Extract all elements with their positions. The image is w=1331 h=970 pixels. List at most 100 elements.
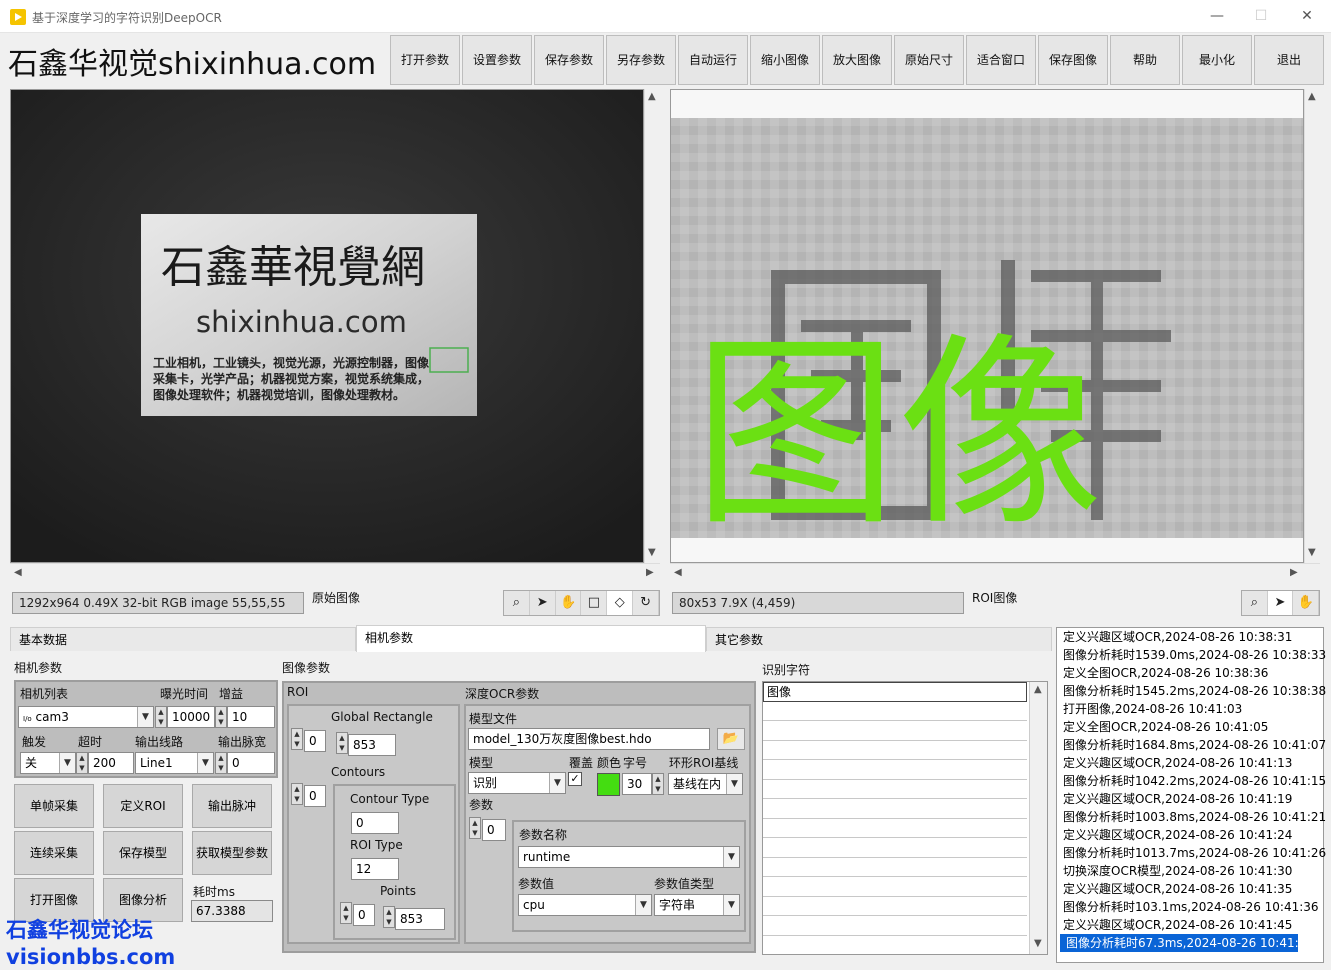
save-model-button[interactable]: 保存模型 [103,831,183,875]
scroll-up-arrow-icon[interactable]: ▲ [1034,684,1042,695]
recognition-row[interactable] [763,858,1027,877]
log-entry[interactable]: 定义兴趣区域OCR,2024-08-26 10:41:45 [1057,916,1323,934]
zoom-icon[interactable]: ⌕ [504,591,530,615]
log-entry[interactable]: 图像分析耗时1013.7ms,2024-08-26 10:41:26 [1057,844,1326,862]
save-params-button[interactable]: 保存参数 [534,35,604,85]
model-file-field[interactable]: model_130万灰度图像best.hdo [468,728,710,750]
open-params-button[interactable]: 打开参数 [390,35,460,85]
global-rect-value-stepper[interactable]: ▲ ▼ [336,732,348,754]
chevron-down-icon[interactable]: ▼ [635,895,651,915]
log-entry[interactable]: 图像分析耗时67.3ms,2024-08-26 10:41:46 [1060,934,1314,952]
left-view-horizontal-scrollbar[interactable]: ◀ ▶ [10,563,660,581]
single-capture-button[interactable]: 单帧采集 [14,784,94,828]
save-image-button[interactable]: 保存图像 [1038,35,1108,85]
output-line-select[interactable]: Line1 ▼ [135,752,214,774]
zoom-out-button[interactable]: 缩小图像 [750,35,820,85]
pointer-icon[interactable]: ➤ [530,591,556,615]
scroll-down-arrow-icon[interactable]: ▼ [1308,547,1316,558]
log-entry[interactable]: 定义兴趣区域OCR,2024-08-26 10:38:31 [1057,628,1323,646]
log-entry[interactable]: 定义兴趣区域OCR,2024-08-26 10:41:24 [1057,826,1323,844]
define-roi-button[interactable]: 定义ROI [103,784,183,828]
log-entry[interactable]: 定义兴趣区域OCR,2024-08-26 10:41:19 [1057,790,1323,808]
log-list[interactable]: 定义兴趣区域OCR,2024-08-26 10:38:31 图像分析耗时1539.… [1056,627,1326,963]
recognition-row[interactable]: 图像 [763,682,1027,702]
chevron-down-icon[interactable]: ▼ [723,847,739,867]
points-value[interactable]: 853 [395,908,445,930]
log-entry[interactable]: 切换深度OCR模型,2024-08-26 10:41:30 [1057,862,1323,880]
log-entry[interactable]: 定义全图OCR,2024-08-26 10:41:05 [1057,718,1323,736]
help-button[interactable]: 帮助 [1110,35,1180,85]
exposure-field[interactable]: 10000 [167,706,215,728]
pulse-width-stepper[interactable]: ▲ ▼ [215,752,227,774]
recognition-row[interactable] [763,741,1027,760]
left-view-vertical-scrollbar[interactable]: ▲ ▼ [644,89,660,563]
overlay-checkbox[interactable]: ✓ [568,772,582,786]
global-rect-index-stepper[interactable]: ▲ ▼ [291,728,303,750]
recognition-row[interactable] [763,897,1027,916]
zoom-icon[interactable]: ⌕ [1242,591,1268,615]
exposure-stepper[interactable]: ▲ ▼ [155,706,167,728]
rotated-rect-icon[interactable]: ◇ [607,591,634,615]
right-view-horizontal-scrollbar[interactable]: ◀ ▶ [670,563,1320,581]
scroll-right-arrow-icon[interactable]: ▶ [1290,567,1298,578]
chevron-down-icon[interactable]: ▼ [137,707,153,727]
continuous-capture-button[interactable]: 连续采集 [14,831,94,875]
recognition-row[interactable] [763,819,1027,838]
get-model-params-button[interactable]: 获取模型参数 [192,831,272,875]
recognition-row[interactable] [763,760,1027,780]
trigger-select[interactable]: 关 ▼ [20,752,76,774]
global-rect-value[interactable]: 853 [348,734,396,756]
contours-index[interactable]: 0 [304,785,326,807]
camera-list-select[interactable]: I/o cam3 ▼ [18,706,154,728]
close-window-button[interactable]: ✕ [1284,0,1330,33]
folder-open-icon[interactable]: 📂 [717,728,745,750]
recognition-row[interactable] [763,916,1027,936]
roi-image-view[interactable]: 图像 [670,89,1304,563]
scroll-right-arrow-icon[interactable]: ▶ [646,567,654,578]
scroll-down-arrow-icon[interactable]: ▼ [1034,938,1042,949]
output-pulse-button[interactable]: 输出脉冲 [192,784,272,828]
scroll-left-arrow-icon[interactable]: ◀ [14,567,22,578]
exit-button[interactable]: 退出 [1254,35,1324,85]
log-entry[interactable]: 图像分析耗时1545.2ms,2024-08-26 10:38:38 [1057,682,1326,700]
chevron-down-icon[interactable]: ▼ [59,753,75,773]
hand-icon[interactable]: ✋ [556,591,582,615]
recognition-row[interactable] [763,799,1027,819]
params-index[interactable]: 0 [482,819,506,841]
font-size-field[interactable]: 30 [622,773,652,795]
log-entry[interactable]: 打开图像,2024-08-26 10:41:03 [1057,700,1323,718]
recognition-row[interactable] [763,702,1027,721]
pointer-icon[interactable]: ➤ [1267,591,1294,615]
params-index-stepper[interactable]: ▲ ▼ [469,817,481,839]
minimize-app-button[interactable]: 最小化 [1182,35,1252,85]
zoom-in-button[interactable]: 放大图像 [822,35,892,85]
chevron-down-icon[interactable]: ▼ [549,773,565,793]
log-entry[interactable]: 定义兴趣区域OCR,2024-08-26 10:41:35 [1057,880,1323,898]
contour-type-field[interactable]: 0 [351,812,399,834]
chevron-down-icon[interactable]: ▼ [726,774,742,794]
log-entry[interactable]: 图像分析耗时1003.8ms,2024-08-26 10:41:21 [1057,808,1326,826]
gain-stepper[interactable]: ▲ ▼ [215,706,227,728]
gain-field[interactable]: 10 [227,706,275,728]
set-params-button[interactable]: 设置参数 [462,35,532,85]
recognition-row[interactable] [763,838,1027,858]
param-name-select[interactable]: runtime ▼ [518,846,740,868]
original-size-button[interactable]: 原始尺寸 [894,35,964,85]
auto-run-button[interactable]: 自动运行 [678,35,748,85]
param-value-select[interactable]: cpu ▼ [518,894,652,916]
hand-icon[interactable]: ✋ [1293,591,1320,615]
save-params-as-button[interactable]: 另存参数 [606,35,676,85]
points-index-stepper[interactable]: ▲ ▼ [340,902,352,924]
log-entry[interactable]: 图像分析耗时103.1ms,2024-08-26 10:41:36 [1057,898,1323,916]
color-swatch[interactable] [597,773,620,796]
log-entry[interactable]: 图像分析耗时1539.0ms,2024-08-26 10:38:33 [1057,646,1326,664]
font-size-stepper[interactable]: ▲ ▼ [652,773,664,795]
recognition-list[interactable]: 图像 ▲ ▼ [762,681,1048,955]
global-rect-index[interactable]: 0 [304,730,326,752]
fit-window-button[interactable]: 适合窗口 [966,35,1036,85]
timeout-field[interactable]: 200 [88,752,134,774]
scroll-left-arrow-icon[interactable]: ◀ [674,567,682,578]
tab-camera-params[interactable]: 相机参数 [356,625,706,652]
log-entry[interactable]: 图像分析耗时1684.8ms,2024-08-26 10:41:07 [1057,736,1326,754]
points-value-stepper[interactable]: ▲ ▼ [383,906,395,928]
